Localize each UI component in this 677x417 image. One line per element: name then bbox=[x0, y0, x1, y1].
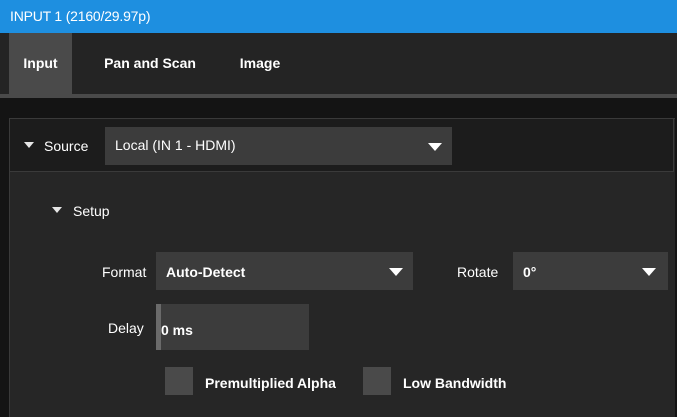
premultiplied-alpha-checkbox[interactable] bbox=[165, 367, 193, 395]
format-dropdown-value: Auto-Detect bbox=[166, 264, 246, 280]
tab-image[interactable]: Image bbox=[230, 33, 290, 94]
delay-label: Delay bbox=[108, 320, 144, 336]
tab-pan-and-scan-label: Pan and Scan bbox=[104, 55, 196, 71]
format-label: Format bbox=[102, 264, 147, 280]
tab-input[interactable]: Input bbox=[9, 33, 72, 94]
chevron-down-icon bbox=[389, 268, 403, 276]
tab-input-label: Input bbox=[23, 55, 58, 71]
tab-underline bbox=[0, 94, 677, 98]
premultiplied-alpha-label: Premultiplied Alpha bbox=[205, 375, 336, 391]
chevron-down-icon bbox=[428, 143, 442, 151]
delay-input[interactable]: 0 ms bbox=[156, 304, 309, 350]
format-dropdown[interactable]: Auto-Detect bbox=[156, 252, 413, 290]
source-dropdown-value: Local (IN 1 - HDMI) bbox=[115, 137, 236, 153]
rotate-dropdown-value: 0° bbox=[523, 264, 537, 280]
low-bandwidth-label: Low Bandwidth bbox=[403, 375, 507, 391]
delay-input-value: 0 ms bbox=[161, 322, 193, 338]
tab-bar: Input Pan and Scan Image bbox=[0, 33, 677, 98]
tab-image-label: Image bbox=[239, 55, 281, 71]
low-bandwidth-checkbox[interactable] bbox=[363, 367, 391, 395]
setup-label: Setup bbox=[73, 203, 110, 219]
collapse-setup-icon[interactable] bbox=[52, 207, 62, 213]
window-title: INPUT 1 (2160/29.97p) bbox=[10, 8, 151, 24]
tab-pan-and-scan[interactable]: Pan and Scan bbox=[92, 33, 208, 94]
source-label: Source bbox=[44, 138, 89, 154]
chevron-down-icon bbox=[642, 268, 656, 276]
title-bar: INPUT 1 (2160/29.97p) bbox=[0, 0, 677, 33]
rotate-label: Rotate bbox=[457, 264, 499, 280]
collapse-source-icon[interactable] bbox=[24, 142, 34, 148]
rotate-dropdown[interactable]: 0° bbox=[513, 252, 668, 290]
source-dropdown[interactable]: Local (IN 1 - HDMI) bbox=[105, 127, 452, 165]
